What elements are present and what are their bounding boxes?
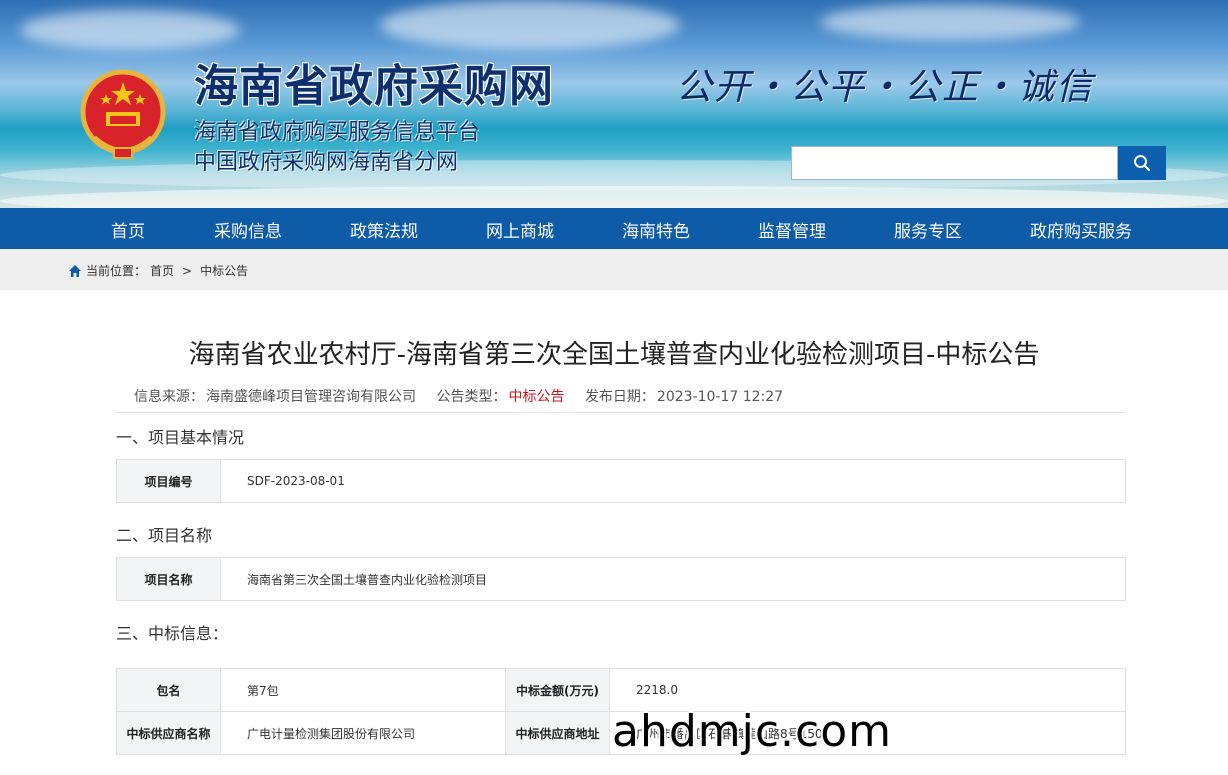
breadcrumb-home-link[interactable]: 首页	[150, 262, 174, 279]
breadcrumb-prefix: 当前位置：	[86, 264, 147, 278]
site-title: 海南省政府采购网	[194, 61, 554, 112]
supplier-name-label: 中标供应商名称	[116, 711, 221, 755]
table-row: 项目名称 海南省第三次全国土壤普查内业化验检测项目	[116, 557, 1126, 601]
section-heading-award-info: 三、中标信息：	[116, 624, 229, 643]
cloud-decoration	[820, 4, 1080, 40]
nav-item-policies[interactable]: 政策法规	[350, 217, 418, 242]
package-label: 包名	[116, 668, 221, 712]
source-label: 信息来源：	[134, 389, 204, 405]
site-subtitle-1: 海南省政府购买服务信息平台	[194, 120, 481, 145]
header-banner: 海南省政府采购网 海南省政府购买服务信息平台 中国政府采购网海南省分网 公开・公…	[0, 0, 1228, 208]
project-number-table: 项目编号 SDF-2023-08-01	[116, 459, 1126, 503]
project-name-label: 项目名称	[116, 557, 221, 601]
type-label: 公告类型：	[436, 389, 507, 405]
nav-item-procurement-info[interactable]: 采购信息	[214, 217, 282, 242]
site-slogan: 公开・公平・公正・诚信	[676, 67, 1095, 108]
type-value: 中标公告	[508, 389, 565, 405]
breadcrumb-separator: >	[182, 263, 193, 278]
section-heading-basic-info: 一、项目基本情况	[116, 428, 245, 447]
section-heading-project-name: 二、项目名称	[116, 526, 213, 545]
search-input[interactable]	[791, 146, 1118, 180]
package-value: 第7包	[220, 668, 506, 712]
table-row: 项目编号 SDF-2023-08-01	[116, 459, 1126, 503]
source-value: 海南盛德峰项目管理咨询有限公司	[206, 389, 416, 405]
article-meta: 信息来源： 海南盛德峰项目管理咨询有限公司 公告类型： 中标公告 发布日期： 2023…	[134, 386, 785, 406]
date-value: 2023-10-17 12:27	[656, 389, 784, 405]
date-label: 发布日期：	[584, 389, 655, 405]
award-amount-label: 中标金额(万元)	[505, 668, 610, 712]
national-emblem-icon	[80, 69, 166, 159]
home-icon	[69, 264, 81, 277]
nav-item-online-mall[interactable]: 网上商城	[486, 217, 554, 242]
project-number-value: SDF-2023-08-01	[220, 459, 1126, 503]
breadcrumb-current: 中标公告	[200, 264, 249, 278]
nav-item-gov-purchase-service[interactable]: 政府购买服务	[1030, 217, 1132, 242]
project-name-value: 海南省第三次全国土壤普查内业化验检测项目	[220, 557, 1126, 601]
wave-decoration	[0, 186, 1228, 208]
cloud-decoration	[20, 10, 240, 50]
divider	[116, 412, 1126, 413]
search-button[interactable]	[1118, 146, 1166, 180]
search-icon	[1134, 155, 1151, 172]
supplier-address-label: 中标供应商地址	[505, 711, 610, 755]
main-nav: 首页 采购信息 政策法规 网上商城 海南特色 监督管理 服务专区 政府购买服务	[0, 208, 1228, 249]
breadcrumb-bar: 当前位置： 首页 > 中标公告	[0, 249, 1228, 290]
watermark-text: ahdmjc.com	[612, 706, 893, 757]
supplier-name-value: 广电计量检测集团股份有限公司	[220, 711, 506, 755]
project-name-table: 项目名称 海南省第三次全国土壤普查内业化验检测项目	[116, 557, 1126, 601]
nav-item-supervision[interactable]: 监督管理	[758, 217, 826, 242]
nav-item-service-zone[interactable]: 服务专区	[894, 217, 962, 242]
project-number-label: 项目编号	[116, 459, 221, 503]
nav-item-hainan-special[interactable]: 海南特色	[622, 217, 690, 242]
site-subtitle-2: 中国政府采购网海南省分网	[194, 150, 459, 175]
breadcrumb: 当前位置： 首页 > 中标公告	[68, 262, 248, 279]
nav-item-home[interactable]: 首页	[111, 217, 145, 242]
cloud-decoration	[380, 0, 680, 50]
article-title: 海南省农业农村厅-海南省第三次全国土壤普查内业化验检测项目-中标公告	[188, 340, 1040, 370]
